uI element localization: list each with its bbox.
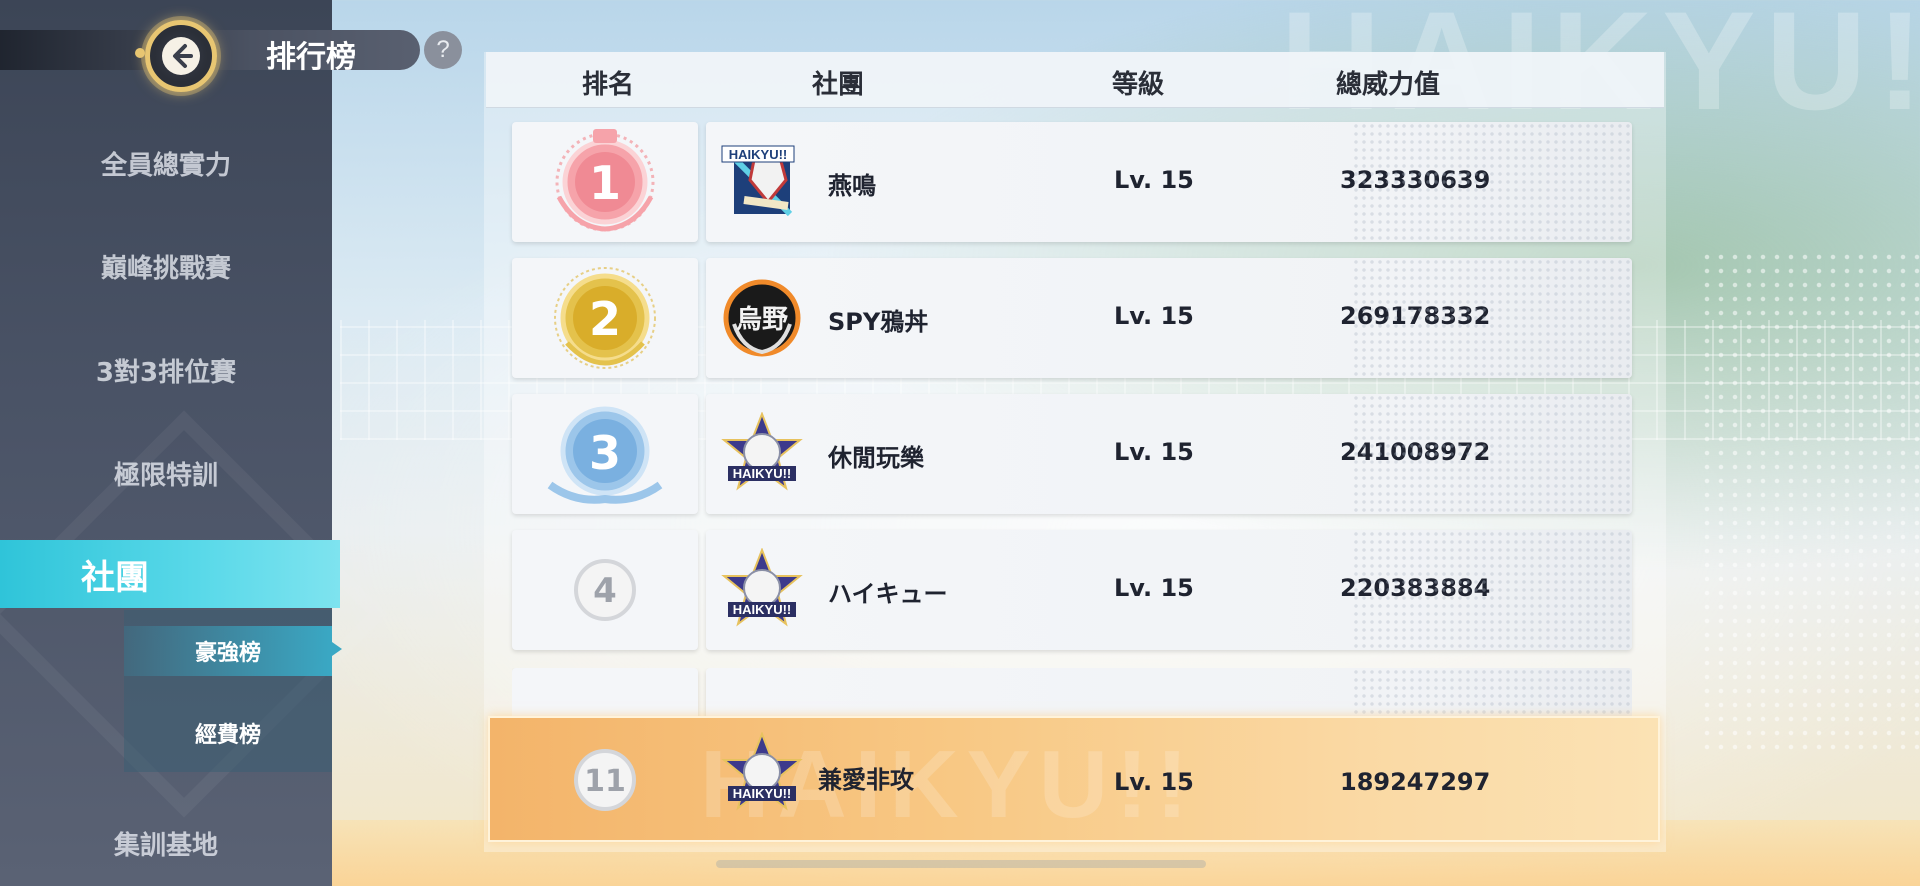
table-row[interactable]: 2 烏野 SPY鴉丼 Lv. 15 269178332 bbox=[512, 258, 1632, 378]
sub-item-funds-ranking[interactable]: 經費榜 bbox=[124, 708, 332, 758]
club-name: 燕鳴 bbox=[828, 172, 876, 200]
rank-cell: 4 bbox=[512, 530, 698, 650]
column-header-rank: 排名 bbox=[582, 70, 635, 100]
rank-cell bbox=[512, 668, 698, 716]
selected-arrow-icon bbox=[332, 642, 342, 656]
rank-3-medal-icon: 3 bbox=[547, 406, 663, 504]
back-button[interactable] bbox=[145, 20, 217, 92]
sidebar-item-total-strength[interactable]: 全員總實力 bbox=[0, 145, 332, 182]
info-cell: HAIKYU!! ハイキュー Lv. 15 220383884 bbox=[706, 530, 1632, 650]
rank-2-text: 2 bbox=[589, 292, 621, 346]
horizontal-scrollbar[interactable] bbox=[716, 860, 1206, 868]
table-header: 排名 社團 等級 總威力值 bbox=[486, 52, 1664, 108]
haikyu-logo-text: HAIKYU!! bbox=[733, 786, 792, 801]
info-cell bbox=[706, 668, 1632, 716]
haikyu-logo-text: HAIKYU!! bbox=[729, 147, 788, 162]
sidebar-item-peak-challenge[interactable]: 巔峰挑戰賽 bbox=[0, 248, 332, 285]
table-row[interactable]: 4 HAIKYU!! ハイキュー Lv. 15 220383884 bbox=[512, 530, 1632, 650]
background-dots bbox=[1700, 250, 1920, 750]
club-total-power: 269178332 bbox=[1340, 302, 1491, 330]
column-header-club: 社團 bbox=[812, 70, 865, 100]
sidebar-item-club[interactable]: 社團 bbox=[0, 540, 340, 608]
club-level: Lv. 15 bbox=[1114, 438, 1194, 466]
club-name: SPY鴉丼 bbox=[828, 308, 929, 336]
rank-4-badge-icon: 4 bbox=[574, 559, 636, 621]
club-name: 兼愛非攻 bbox=[818, 766, 914, 794]
rank-4-text: 4 bbox=[593, 571, 617, 611]
haikyu-logo-text: HAIKYU!! bbox=[733, 602, 792, 617]
rank-1-text: 1 bbox=[589, 156, 621, 210]
rank-cell: 2 bbox=[512, 258, 698, 378]
info-cell: 烏野 SPY鴉丼 Lv. 15 269178332 bbox=[706, 258, 1632, 378]
info-cell: HAIKYU!! 休閒玩樂 Lv. 15 241008972 bbox=[706, 394, 1632, 514]
club-emblem-icon: HAIKYU!! bbox=[720, 140, 804, 224]
club-total-power: 189247297 bbox=[1340, 768, 1491, 796]
back-button-dot bbox=[135, 48, 145, 58]
rank-2-medal-icon: 2 bbox=[554, 267, 656, 369]
club-name: 休閒玩樂 bbox=[828, 444, 924, 472]
sidebar-item-training-base[interactable]: 集訓基地 bbox=[0, 825, 332, 862]
sub-item-power-ranking[interactable]: 豪強榜 bbox=[124, 626, 332, 676]
sidebar-item-club-label: 社團 bbox=[81, 557, 149, 598]
rank-cell: 1 bbox=[512, 122, 698, 242]
column-header-level: 等級 bbox=[1112, 70, 1165, 100]
column-header-total-power: 總威力值 bbox=[1336, 70, 1441, 100]
club-level: Lv. 15 bbox=[1114, 166, 1194, 194]
sidebar-item-extreme-training[interactable]: 極限特訓 bbox=[0, 455, 332, 492]
club-level: Lv. 15 bbox=[1114, 768, 1194, 796]
table-row[interactable]: 1 HAIKYU!! 燕鳴 Lv. 15 323330639 bbox=[512, 122, 1632, 242]
club-emblem-icon: HAIKYU!! bbox=[720, 548, 804, 632]
club-name: ハイキュー bbox=[828, 580, 948, 608]
rank-11-badge-icon: 11 bbox=[574, 749, 636, 811]
table-row-partial[interactable] bbox=[512, 668, 1632, 716]
karasuno-logo-text: 烏野 bbox=[736, 304, 788, 335]
haikyu-logo-text: HAIKYU!! bbox=[733, 466, 792, 481]
rank-cell: 3 bbox=[512, 394, 698, 514]
rank-cell: 11 bbox=[512, 720, 698, 840]
sidebar-item-3v3-ranked[interactable]: 3對3排位賽 bbox=[0, 352, 332, 389]
club-emblem-icon: HAIKYU!! bbox=[720, 412, 804, 496]
back-arrow-icon bbox=[162, 37, 200, 75]
club-total-power: 241008972 bbox=[1340, 438, 1491, 466]
rank-1-medal-icon: 1 bbox=[555, 129, 655, 232]
info-cell: HAIKYU!! 燕鳴 Lv. 15 323330639 bbox=[706, 122, 1632, 242]
club-level: Lv. 15 bbox=[1114, 302, 1194, 330]
rank-3-text: 3 bbox=[589, 426, 621, 480]
rank-11-text: 11 bbox=[584, 764, 626, 799]
club-emblem-icon: HAIKYU!! bbox=[720, 732, 804, 816]
club-emblem-icon: 烏野 bbox=[720, 276, 804, 360]
club-level: Lv. 15 bbox=[1114, 574, 1194, 602]
info-cell: HAIKYU!! 兼愛非攻 Lv. 15 189247297 bbox=[706, 720, 1632, 840]
table-row[interactable]: 3 HAIKYU!! 休閒玩樂 Lv. 15 241008972 bbox=[512, 394, 1632, 514]
my-club-row[interactable]: 11 HAIKYU!! 兼愛非攻 Lv. 15 189247297 bbox=[512, 720, 1632, 840]
club-total-power: 323330639 bbox=[1340, 166, 1491, 194]
help-button[interactable]: ? bbox=[424, 31, 462, 69]
club-total-power: 220383884 bbox=[1340, 574, 1491, 602]
page-title: 排行榜 bbox=[266, 40, 356, 75]
